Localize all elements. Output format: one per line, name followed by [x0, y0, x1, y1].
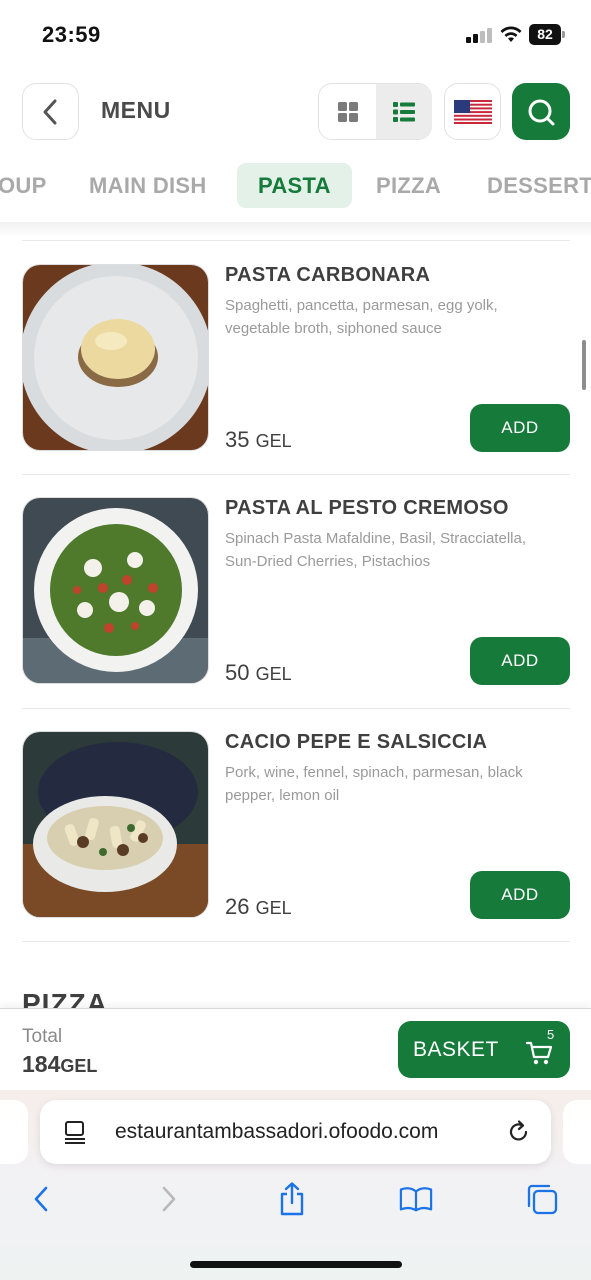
bookmarks-button[interactable]: [399, 1181, 433, 1217]
price-currency: GEL: [255, 431, 292, 451]
price-currency: GEL: [255, 898, 292, 918]
battery-icon: 82: [529, 24, 565, 45]
price-currency: GEL: [255, 664, 292, 684]
tabs-shadow: [0, 222, 591, 238]
divider: [22, 708, 570, 709]
list-view-icon: [393, 101, 415, 122]
item-description: Spaghetti, pancetta, parmesan, egg yolk,…: [225, 297, 498, 337]
menu-item[interactable]: CACIO PEPE E SALSICCIA Pork, wine, fenne…: [22, 731, 570, 919]
total-amount: 184: [22, 1051, 61, 1077]
cart-icon: [525, 1041, 553, 1065]
item-photo: [22, 497, 209, 684]
previous-tab-preview[interactable]: [0, 1100, 28, 1164]
total-value: 184GEL: [22, 1051, 97, 1078]
address-bar[interactable]: estaurantambassadori.ofoodo.com: [40, 1100, 551, 1164]
section-heading: PIZZA: [22, 988, 108, 1010]
battery-level: 82: [529, 24, 561, 45]
back-chevron-icon: [43, 99, 56, 124]
language-button[interactable]: [444, 83, 501, 140]
us-flag-icon: [453, 99, 492, 124]
tabs-icon: [527, 1184, 558, 1215]
basket-button[interactable]: BASKET 5: [398, 1021, 570, 1078]
item-price: 26 GEL: [225, 894, 292, 920]
item-name: CACIO PEPE E SALSICCIA: [225, 731, 488, 753]
status-bar: 23:59 82: [0, 0, 591, 70]
cellular-signal-icon: [466, 27, 494, 43]
divider: [22, 240, 570, 241]
reload-icon[interactable]: [507, 1119, 531, 1145]
page-title: MENU: [101, 97, 171, 123]
search-button[interactable]: [512, 83, 570, 140]
add-button[interactable]: ADD: [470, 871, 570, 919]
reader-icon[interactable]: [63, 1120, 87, 1144]
tab-main-dish[interactable]: MAIN DISH: [89, 163, 207, 208]
browser-back-button[interactable]: [24, 1181, 58, 1217]
grid-view-icon: [337, 101, 358, 122]
share-icon: [280, 1182, 304, 1216]
browser-forward-button[interactable]: [152, 1181, 186, 1217]
wifi-icon: [500, 26, 522, 42]
item-photo: [22, 264, 209, 451]
total-currency: GEL: [60, 1056, 98, 1076]
forward-arrow-icon: [162, 1186, 176, 1212]
back-arrow-icon: [34, 1186, 48, 1212]
list-view-button[interactable]: [376, 84, 432, 139]
total-label: Total: [22, 1026, 63, 1047]
item-description: Spinach Pasta Mafaldine, Basil, Straccia…: [225, 530, 526, 570]
tabs-button[interactable]: [525, 1181, 559, 1217]
divider: [22, 474, 570, 475]
item-photo: [22, 731, 209, 918]
url-text[interactable]: estaurantambassadori.ofoodo.com: [115, 1120, 490, 1144]
item-name: PASTA AL PESTO CREMOSO: [225, 497, 509, 519]
item-price: 35 GEL: [225, 427, 292, 453]
home-indicator[interactable]: [190, 1261, 402, 1268]
menu-item[interactable]: PASTA AL PESTO CREMOSO Spinach Pasta Maf…: [22, 497, 570, 685]
view-toggle: [318, 83, 432, 140]
category-tabs: OUP MAIN DISH PASTA PIZZA DESSERT: [0, 160, 591, 212]
next-tab-preview[interactable]: [563, 1100, 591, 1164]
item-price: 50 GEL: [225, 660, 292, 686]
grid-view-button[interactable]: [319, 84, 376, 139]
tab-pasta[interactable]: PASTA: [237, 163, 352, 208]
tab-pizza[interactable]: PIZZA: [376, 163, 441, 208]
divider: [22, 941, 570, 942]
search-icon: [528, 99, 555, 125]
item-name: PASTA CARBONARA: [225, 264, 431, 286]
price-value: 35: [225, 427, 250, 452]
tab-soup[interactable]: OUP: [0, 163, 47, 208]
menu-item[interactable]: PASTA CARBONARA Spaghetti, pancetta, par…: [22, 264, 570, 452]
bookmarks-icon: [399, 1187, 433, 1212]
add-button[interactable]: ADD: [470, 404, 570, 452]
back-button[interactable]: [22, 83, 79, 140]
add-button[interactable]: ADD: [470, 637, 570, 685]
basket-count: 5: [547, 1027, 555, 1042]
scrollbar[interactable]: [582, 340, 586, 390]
price-value: 26: [225, 894, 250, 919]
basket-label: BASKET: [413, 1038, 499, 1061]
share-button[interactable]: [275, 1181, 309, 1217]
price-value: 50: [225, 660, 250, 685]
order-bar: Total 184GEL BASKET 5: [0, 1008, 591, 1090]
tab-dessert[interactable]: DESSERT: [487, 163, 591, 208]
item-description: Pork, wine, fennel, spinach, parmesan, b…: [225, 764, 523, 804]
status-time: 23:59: [42, 22, 101, 47]
